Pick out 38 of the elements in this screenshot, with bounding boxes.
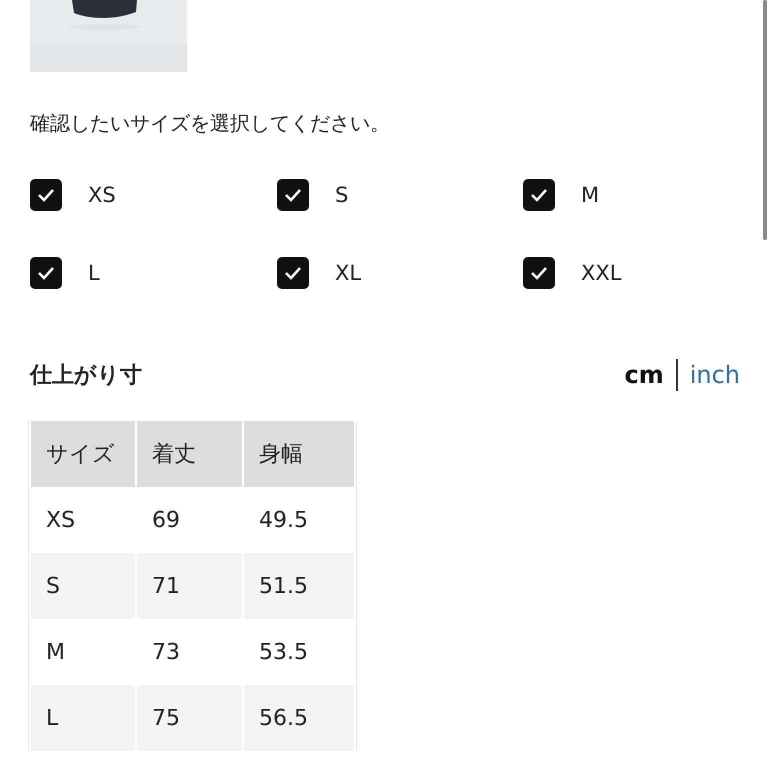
size-label: XL — [335, 261, 362, 285]
size-label: L — [88, 261, 100, 285]
table-cell: 71 — [137, 553, 242, 619]
table-cell-text: 49.5 — [258, 506, 309, 534]
unit-link[interactable]: inch — [690, 361, 740, 389]
table-cell-text: XS — [45, 506, 76, 534]
checkbox[interactable] — [277, 257, 309, 289]
table-cell: 75 — [137, 685, 242, 751]
size-label: XXL — [581, 261, 622, 285]
column-header: サイズ — [31, 421, 135, 487]
checkbox[interactable] — [277, 179, 309, 211]
size-label: M — [581, 183, 600, 207]
check-icon — [37, 266, 55, 280]
scrollbar[interactable] — [763, 0, 767, 240]
table-cell-text: M — [45, 638, 66, 666]
table-cell: L — [31, 685, 135, 751]
table-cell-text: 53.5 — [258, 638, 309, 666]
size-prompt: 確認したいサイズを選択してください。 — [30, 110, 391, 136]
size-label: XS — [88, 183, 116, 207]
column-header: 着丈 — [137, 421, 242, 487]
section-title: 仕上がり寸 — [30, 362, 142, 390]
column-header: 身幅 — [244, 421, 354, 487]
checkbox[interactable] — [30, 257, 62, 289]
table-cell-text: 73 — [151, 638, 181, 666]
checkbox[interactable] — [523, 179, 555, 211]
check-icon — [284, 188, 302, 202]
table-cell-text: 69 — [151, 506, 181, 534]
check-icon — [530, 266, 548, 280]
check-icon — [530, 188, 548, 202]
table-cell: 51.5 — [244, 553, 354, 619]
check-icon — [284, 266, 302, 280]
table-cell: 56.5 — [244, 685, 354, 751]
checkbox[interactable] — [523, 257, 555, 289]
table-cell: S — [31, 553, 135, 619]
check-icon — [37, 188, 55, 202]
unit-link[interactable]: cm — [624, 361, 664, 389]
size-label: S — [335, 183, 348, 207]
checkbox[interactable] — [30, 179, 62, 211]
